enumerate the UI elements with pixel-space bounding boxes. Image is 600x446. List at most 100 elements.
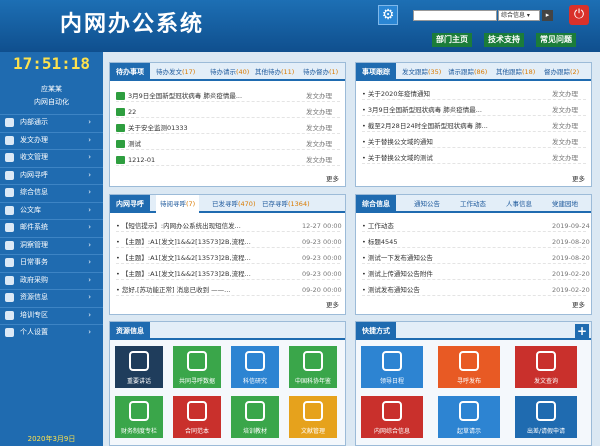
sidebar-item-8[interactable]: 日常事务 › bbox=[0, 254, 103, 269]
tile-shortcuts-1[interactable]: 寻呼发布 bbox=[438, 346, 500, 388]
list-item[interactable]: • 【主题】:A1[发文]1&&2[13573]2B,流程... 09-23 00… bbox=[116, 236, 342, 248]
paging-more-link[interactable]: 更多 bbox=[326, 299, 339, 309]
search-input[interactable] bbox=[413, 10, 497, 21]
list-item[interactable]: • 【主题】:A1[发文]1&&2[13573]2B,流程... 09-23 00… bbox=[116, 252, 342, 264]
list-item[interactable]: 1212-01 发文办理 bbox=[116, 154, 340, 166]
search-category-select[interactable]: 综合信息 ▾ bbox=[498, 10, 540, 21]
sidebar-item-9[interactable]: 政府采购 › bbox=[0, 271, 103, 287]
sidebar-item-2[interactable]: 收文管理 › bbox=[0, 149, 103, 164]
sidebar: 17:51:18 应某某 内网自动化 内部通示 › 发文办理 › 收文管理 › 内网寻呼 › 综… bbox=[0, 52, 103, 446]
tile-resources-2[interactable]: 科信研究 bbox=[231, 346, 279, 388]
tab-todo-request[interactable]: 待办请示(40) bbox=[210, 63, 249, 81]
sidebar-item-3[interactable]: 内网寻呼 › bbox=[0, 166, 103, 182]
item-meta: 2019-09-24 bbox=[552, 222, 590, 230]
list-item[interactable]: 3月9日全国新型冠状病毒 肺炎疫情最... 发文办理 bbox=[116, 90, 340, 102]
sidebar-item-label: 资源信息 bbox=[20, 293, 48, 301]
tab-track-supervise[interactable]: 督办跟踪(2) bbox=[544, 63, 579, 81]
tile-resources-1[interactable]: 共同寻呼数据 bbox=[173, 346, 221, 388]
user-name: 应某某 bbox=[41, 85, 62, 93]
list-item[interactable]: • 您好,[苏功能正常] 消息已收到 ——... 09-20 00:00 bbox=[116, 284, 342, 296]
list-item[interactable]: • 测试上传通知公告附件 2019-02-20 bbox=[362, 268, 590, 280]
tile-label: 出差/请假申请 bbox=[526, 428, 566, 435]
tile-resources-7[interactable]: 文献管理 bbox=[289, 396, 337, 438]
dept-home-link[interactable]: 部门主页 bbox=[432, 33, 472, 47]
tile-shortcuts-0[interactable]: 领导日程 bbox=[361, 346, 423, 388]
list-item[interactable]: • 【短信提示】:内网办公系统出现短信发... 12-27 00:00 bbox=[116, 220, 342, 232]
list-item[interactable]: • 测试发布通知公告 2019-02-20 bbox=[362, 284, 590, 296]
list-item[interactable]: • 关于替换公文域的测试 发文办理 bbox=[362, 152, 586, 164]
tile-resources-3[interactable]: 中国科协年鉴 bbox=[289, 346, 337, 388]
chevron-right-icon: › bbox=[88, 188, 91, 196]
list-item[interactable]: 22 发文办理 bbox=[116, 106, 340, 118]
todo-more-link[interactable]: 更多 bbox=[326, 173, 339, 183]
item-meta: 09-23 00:00 bbox=[302, 238, 342, 246]
item-title: 3月9日全国新型冠状病毒 肺炎疫情最... bbox=[367, 106, 482, 114]
search-button[interactable]: ▸ bbox=[542, 10, 553, 21]
faq-link[interactable]: 常见问题 bbox=[536, 33, 576, 47]
tracking-more-link[interactable]: 更多 bbox=[572, 173, 585, 183]
mail-check-icon bbox=[116, 108, 125, 116]
sidebar-item-7[interactable]: 洞察管理 › bbox=[0, 236, 103, 252]
tab-paging-unread[interactable]: 待阅寻呼(7) bbox=[156, 195, 200, 213]
info-panel: 综合信息 通知公告 工作动态 人事信息 党建园地 • 工作动态 2019-09-2… bbox=[355, 194, 592, 315]
tile-shortcuts-2[interactable]: 发文查询 bbox=[515, 346, 577, 388]
tile-label: 培训教材 bbox=[242, 428, 267, 435]
tab-todo-dispatch[interactable]: 待办发文(17) bbox=[156, 63, 195, 81]
header: 内网办公系统 ⚙ 综合信息 ▾ ▸ ⏻ 部门主页 技术支持 常见问题 bbox=[0, 0, 600, 52]
info-icon bbox=[5, 188, 14, 197]
tab-paging-saved[interactable]: 已存寻呼(1364) bbox=[262, 195, 310, 213]
item-title: 测试一下发布通知公告 bbox=[367, 254, 433, 262]
item-title: 截至2月28日24时全国新型冠状病毒 肺... bbox=[367, 122, 488, 130]
tab-track-dispatch[interactable]: 发文跟踪(35) bbox=[402, 63, 441, 81]
list-item[interactable]: • 标题4545 2019-08-20 bbox=[362, 236, 590, 248]
item-meta: 09-23 00:00 bbox=[302, 254, 342, 262]
list-item[interactable]: • 测试一下发布通知公告 2019-08-20 bbox=[362, 252, 590, 264]
tile-shortcuts-5[interactable]: 出差/请假申请 bbox=[515, 396, 577, 438]
item-meta: 发文办理 bbox=[552, 122, 578, 130]
list-item[interactable]: • 截至2月28日24时全国新型冠状病毒 肺... 发文办理 bbox=[362, 120, 586, 132]
item-meta: 2019-02-20 bbox=[552, 286, 590, 294]
list-item[interactable]: • 工作动态 2019-09-24 bbox=[362, 220, 590, 232]
tile-shortcuts-4[interactable]: 起草请示 bbox=[438, 396, 500, 438]
tile-resources-0[interactable]: 重要讲话 bbox=[115, 346, 163, 388]
list-item[interactable]: • 3月9日全国新型冠状病毒 肺炎疫情最... 发文办理 bbox=[362, 104, 586, 116]
tab-paging-sent[interactable]: 已发寻呼(470) bbox=[212, 195, 255, 213]
sidebar-item-10[interactable]: 资源信息 › bbox=[0, 289, 103, 304]
item-title: 【短信提示】:内网办公系统出现短信发... bbox=[121, 222, 241, 230]
list-item[interactable]: • 关于2020年疫情通知 发文办理 bbox=[362, 88, 586, 100]
item-meta: 发文办理 bbox=[306, 92, 332, 100]
gear-icon[interactable]: ⚙ bbox=[378, 5, 398, 25]
sidebar-item-12[interactable]: 个人设置 › bbox=[0, 324, 103, 339]
tile-resources-5[interactable]: 合同范本 bbox=[173, 396, 221, 438]
tab-track-request[interactable]: 请示跟踪(86) bbox=[448, 63, 487, 81]
sidebar-item-4[interactable]: 综合信息 › bbox=[0, 184, 103, 199]
tab-info-party[interactable]: 党建园地 bbox=[552, 195, 578, 213]
power-icon[interactable]: ⏻ bbox=[569, 5, 589, 25]
sidebar-item-0[interactable]: 内部通示 › bbox=[0, 114, 103, 129]
sidebar-item-11[interactable]: 培训专区 › bbox=[0, 306, 103, 322]
info-more-link[interactable]: 更多 bbox=[572, 299, 585, 309]
list-item[interactable]: 关于安全监测01333 发文办理 bbox=[116, 122, 340, 134]
tile-resources-4[interactable]: 财务制度专栏 bbox=[115, 396, 163, 438]
tab-todo-supervise[interactable]: 待办督办(1) bbox=[303, 63, 338, 81]
sidebar-item-label: 个人设置 bbox=[20, 328, 48, 336]
list-item[interactable]: 测试 发文办理 bbox=[116, 138, 340, 150]
list-item[interactable]: • 关于替换公文域的通知 发文办理 bbox=[362, 136, 586, 148]
sidebar-item-6[interactable]: 邮件系统 › bbox=[0, 219, 103, 234]
chevron-right-icon: › bbox=[88, 205, 91, 214]
list-item[interactable]: • 【主题】:A1[发文]1&&2[13573]2B,流程... 09-23 00… bbox=[116, 268, 342, 280]
item-title: 22 bbox=[128, 108, 137, 116]
tile-shortcuts-3[interactable]: 内网综合信息 bbox=[361, 396, 423, 438]
tab-todo-other[interactable]: 其他待办(11) bbox=[255, 63, 294, 81]
tile-resources-6[interactable]: 培训教材 bbox=[231, 396, 279, 438]
item-title: 测试发布通知公告 bbox=[367, 286, 420, 294]
tab-track-other[interactable]: 其他跟踪(18) bbox=[496, 63, 535, 81]
sidebar-item-5[interactable]: 公文库 › bbox=[0, 201, 103, 217]
tab-info-notice[interactable]: 通知公告 bbox=[414, 195, 440, 213]
tab-info-hr[interactable]: 人事信息 bbox=[506, 195, 532, 213]
sidebar-item-1[interactable]: 发文办理 › bbox=[0, 131, 103, 147]
add-shortcut-button[interactable]: + bbox=[575, 324, 589, 338]
tech-support-link[interactable]: 技术支持 bbox=[484, 33, 524, 47]
tab-info-work[interactable]: 工作动态 bbox=[460, 195, 486, 213]
item-meta: 发文办理 bbox=[552, 90, 578, 98]
